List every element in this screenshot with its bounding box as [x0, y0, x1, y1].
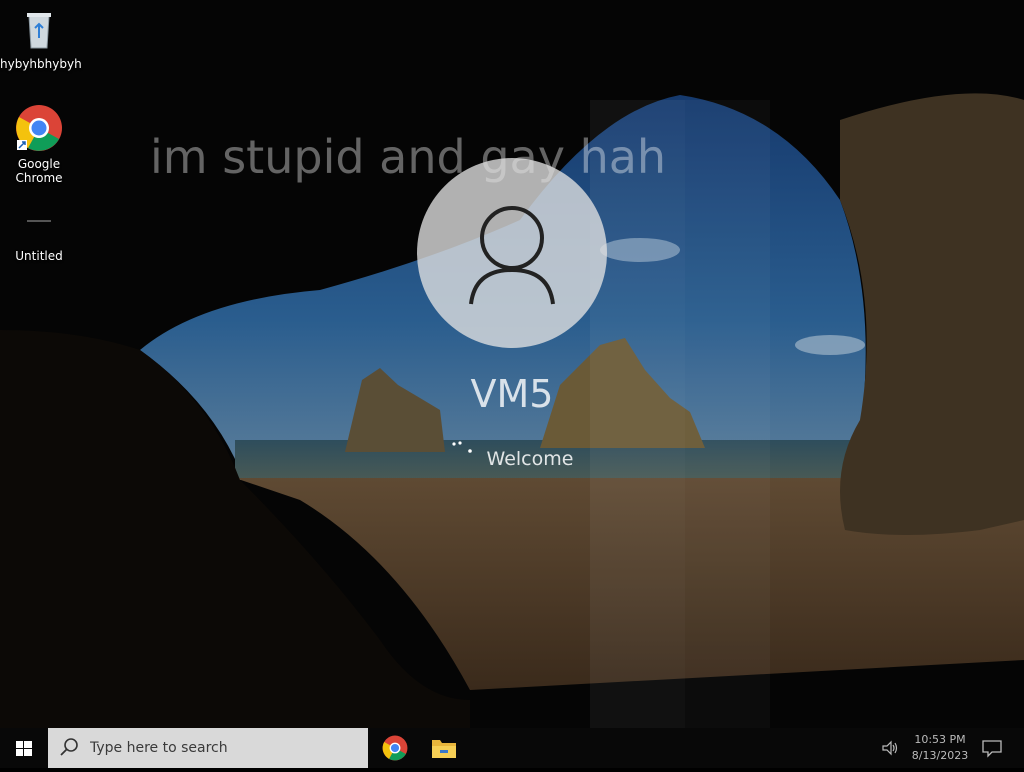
search-icon [60, 738, 78, 756]
notification-icon [982, 740, 1002, 758]
desktop-icon-label: hybyhbhybyh [0, 57, 82, 71]
desktop-icon-label: Untitled [15, 249, 63, 263]
user-icon [469, 206, 555, 305]
system-clock[interactable]: 10:53 PM 8/13/2023 [898, 732, 982, 764]
taskbar-app-file-explorer[interactable] [420, 728, 468, 768]
start-button[interactable] [0, 728, 48, 768]
file-explorer-icon [432, 740, 456, 758]
taskbar-search[interactable] [48, 728, 368, 768]
desktop-icon-label: Google Chrome [15, 157, 63, 185]
taskbar-app-chrome[interactable] [371, 728, 419, 768]
desktop-icon-google-chrome[interactable]: Google Chrome [0, 104, 78, 185]
action-center-button[interactable] [980, 736, 1004, 760]
login-username: VM5 [470, 372, 554, 416]
clock-date: 8/13/2023 [911, 749, 969, 762]
desktop-icon-recycle-bin[interactable]: hybyhbhybyh [0, 8, 82, 71]
user-avatar [417, 158, 607, 348]
search-input[interactable] [88, 739, 342, 757]
windows-logo-icon [16, 741, 32, 756]
blank-file-icon [27, 220, 51, 222]
login-status: Welcome [486, 448, 574, 470]
desktop-icon-untitled[interactable]: Untitled [0, 214, 78, 263]
taskbar: 10:53 PM 8/13/2023 [0, 728, 1024, 768]
volume-icon [882, 740, 898, 756]
chrome-icon [382, 735, 408, 761]
chrome-icon [16, 105, 62, 151]
volume-button[interactable] [880, 738, 900, 758]
recycle-bin-icon [27, 13, 51, 49]
clock-time: 10:53 PM [914, 733, 966, 746]
